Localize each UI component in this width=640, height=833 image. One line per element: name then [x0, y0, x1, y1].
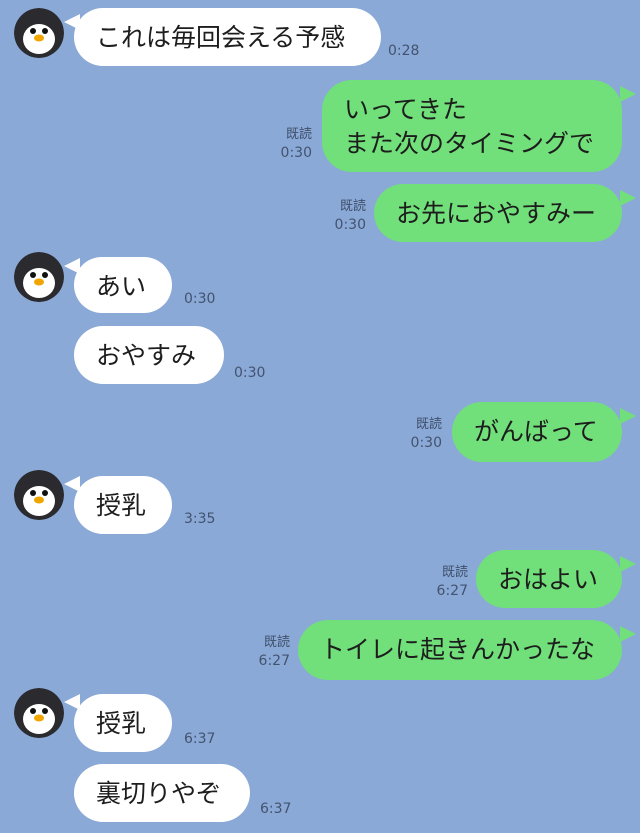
message-meta: 0:30 — [234, 364, 265, 382]
message-incoming: これは毎回会える予感 0:28 — [0, 8, 640, 68]
message-meta: 既読 6:27 — [238, 634, 290, 670]
message-meta: 既読 0:30 — [262, 126, 312, 162]
chat-window: これは毎回会える予感 0:28 既読 0:30 いってきた また次のタイミングで… — [0, 0, 640, 833]
message-bubble[interactable]: 授乳 — [74, 694, 172, 752]
avatar[interactable] — [14, 8, 64, 58]
message-bubble[interactable]: トイレに起きんかったな — [298, 620, 622, 680]
message-outgoing: 既読 0:30 お先におやすみー — [0, 184, 640, 242]
message-meta: 0:30 — [184, 290, 215, 308]
message-bubble[interactable]: がんばって — [452, 402, 622, 462]
message-bubble[interactable]: お先におやすみー — [374, 184, 622, 242]
message-time: 0:30 — [184, 291, 216, 307]
message-incoming: あい 0:30 — [0, 252, 640, 313]
message-incoming: 授乳 6:37 — [0, 688, 640, 752]
message-bubble[interactable]: おやすみ — [74, 326, 224, 384]
message-meta: 3:35 — [184, 510, 215, 528]
message-meta: 既読 6:27 — [416, 564, 468, 600]
message-time: 6:37 — [260, 801, 292, 817]
message-time: 0:30 — [234, 365, 266, 381]
message-meta: 6:37 — [260, 800, 291, 818]
avatar[interactable] — [14, 688, 64, 738]
message-incoming: おやすみ 0:30 — [0, 326, 640, 386]
message-outgoing: 既読 6:27 おはよい — [0, 550, 640, 610]
message-time: 0:30 — [334, 217, 366, 233]
message-time: 6:27 — [258, 653, 290, 669]
message-bubble[interactable]: おはよい — [476, 550, 622, 608]
read-receipt: 既読 — [339, 199, 366, 214]
message-meta: 既読 0:30 — [390, 416, 442, 452]
message-meta: 0:28 — [388, 42, 419, 60]
message-outgoing: 既読 0:30 いってきた また次のタイミングで — [0, 80, 640, 172]
message-meta: 6:37 — [184, 730, 215, 748]
read-receipt: 既読 — [415, 417, 442, 432]
message-bubble[interactable]: 授乳 — [74, 476, 172, 534]
message-bubble[interactable]: これは毎回会える予感 — [74, 8, 381, 66]
message-time: 6:27 — [436, 583, 468, 599]
message-time: 0:28 — [388, 43, 420, 59]
message-bubble[interactable]: いってきた また次のタイミングで — [322, 80, 622, 172]
message-outgoing: 既読 6:27 トイレに起きんかったな — [0, 620, 640, 680]
message-meta: 既読 0:30 — [314, 198, 366, 234]
read-receipt: 既読 — [441, 565, 468, 580]
message-bubble[interactable]: あい — [74, 257, 172, 313]
avatar[interactable] — [14, 252, 64, 302]
message-outgoing: 既読 0:30 がんばって — [0, 402, 640, 462]
message-time: 0:30 — [410, 435, 442, 451]
message-time: 0:30 — [280, 145, 312, 161]
message-incoming: 授乳 3:35 — [0, 470, 640, 534]
message-incoming: 裏切りやぞ 6:37 — [0, 764, 640, 824]
penguin-icon — [14, 252, 64, 302]
read-receipt: 既読 — [263, 635, 290, 650]
message-time: 6:37 — [184, 731, 216, 747]
penguin-icon — [14, 8, 64, 58]
avatar[interactable] — [14, 470, 64, 520]
message-bubble[interactable]: 裏切りやぞ — [74, 764, 250, 822]
penguin-icon — [14, 688, 64, 738]
message-time: 3:35 — [184, 511, 216, 527]
penguin-icon — [14, 470, 64, 520]
read-receipt: 既読 — [285, 127, 312, 142]
